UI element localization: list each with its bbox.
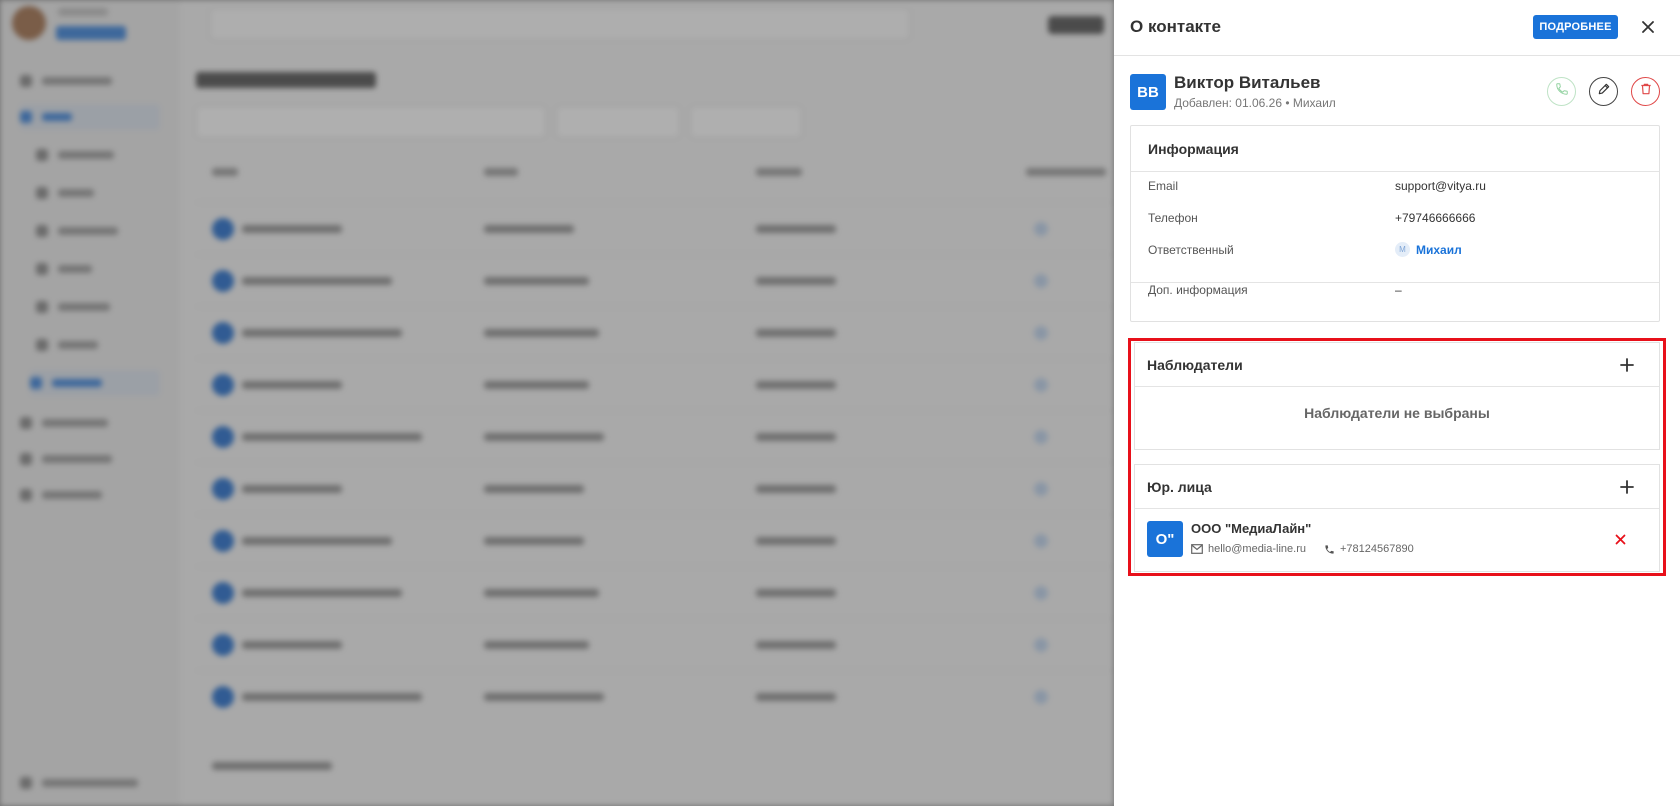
info-row-extra: Доп. информация – [1131, 280, 1659, 300]
org-name[interactable]: ООО "МедиаЛайн" [1191, 521, 1311, 536]
legal-entities-header: Юр. лица [1135, 465, 1659, 509]
org-email[interactable]: hello@media-line.ru [1208, 543, 1306, 555]
org-avatar: О" [1147, 521, 1183, 557]
contact-drawer: О контакте ПОДРОБНЕЕ ВВ Виктор Витальев … [1114, 0, 1680, 806]
info-card: Информация Email support@vitya.ru Телефо… [1130, 125, 1660, 322]
info-label: Телефон [1148, 211, 1198, 225]
details-button[interactable]: ПОДРОБНЕЕ [1533, 15, 1618, 39]
trash-icon [1639, 82, 1653, 101]
info-label: Email [1148, 179, 1179, 193]
org-contacts: hello@media-line.ru +78124567890 [1191, 543, 1414, 555]
extra-info-value: – [1395, 283, 1402, 297]
observers-empty-text: Наблюдатели не выбраны [1304, 405, 1490, 421]
legal-entities-card: Юр. лица О" ООО "МедиаЛайн" hello@media-… [1134, 464, 1660, 572]
call-button[interactable] [1547, 77, 1576, 106]
phone-value[interactable]: +79746666666 [1395, 211, 1475, 225]
phone-icon [1555, 82, 1569, 101]
info-card-header: Информация [1131, 126, 1659, 172]
observers-header: Наблюдатели [1135, 343, 1659, 387]
mail-icon [1191, 544, 1203, 554]
contact-meta: Добавлен: 01.06.26 • Михаил [1174, 96, 1336, 110]
responsible-avatar: М [1395, 242, 1410, 257]
modal-overlay[interactable] [0, 0, 1114, 806]
close-icon[interactable] [1637, 16, 1659, 38]
drawer-title: О контакте [1130, 17, 1221, 36]
info-row-responsible: Ответственный М Михаил [1131, 240, 1659, 260]
contact-avatar: ВВ [1130, 74, 1166, 110]
pencil-icon [1597, 82, 1611, 101]
info-label: Ответственный [1148, 243, 1234, 257]
add-observer-icon[interactable] [1616, 354, 1638, 376]
observers-title: Наблюдатели [1147, 357, 1243, 373]
info-card-title: Информация [1148, 141, 1239, 157]
drawer-header: О контакте ПОДРОБНЕЕ [1114, 0, 1680, 56]
responsible-link[interactable]: Михаил [1416, 243, 1462, 257]
info-row-email: Email support@vitya.ru [1131, 176, 1659, 196]
observers-card: Наблюдатели Наблюдатели не выбраны [1134, 342, 1660, 450]
add-legal-entity-icon[interactable] [1616, 476, 1638, 498]
org-phone[interactable]: +78124567890 [1340, 543, 1414, 555]
legal-entities-title: Юр. лица [1147, 479, 1212, 495]
info-row-phone: Телефон +79746666666 [1131, 208, 1659, 228]
remove-legal-entity-icon[interactable] [1611, 530, 1629, 548]
info-label: Доп. информация [1148, 283, 1248, 297]
email-value[interactable]: support@vitya.ru [1395, 179, 1486, 193]
edit-button[interactable] [1589, 77, 1618, 106]
delete-button[interactable] [1631, 77, 1660, 106]
phone-icon [1324, 544, 1335, 555]
contact-name: Виктор Витальев [1174, 73, 1321, 92]
